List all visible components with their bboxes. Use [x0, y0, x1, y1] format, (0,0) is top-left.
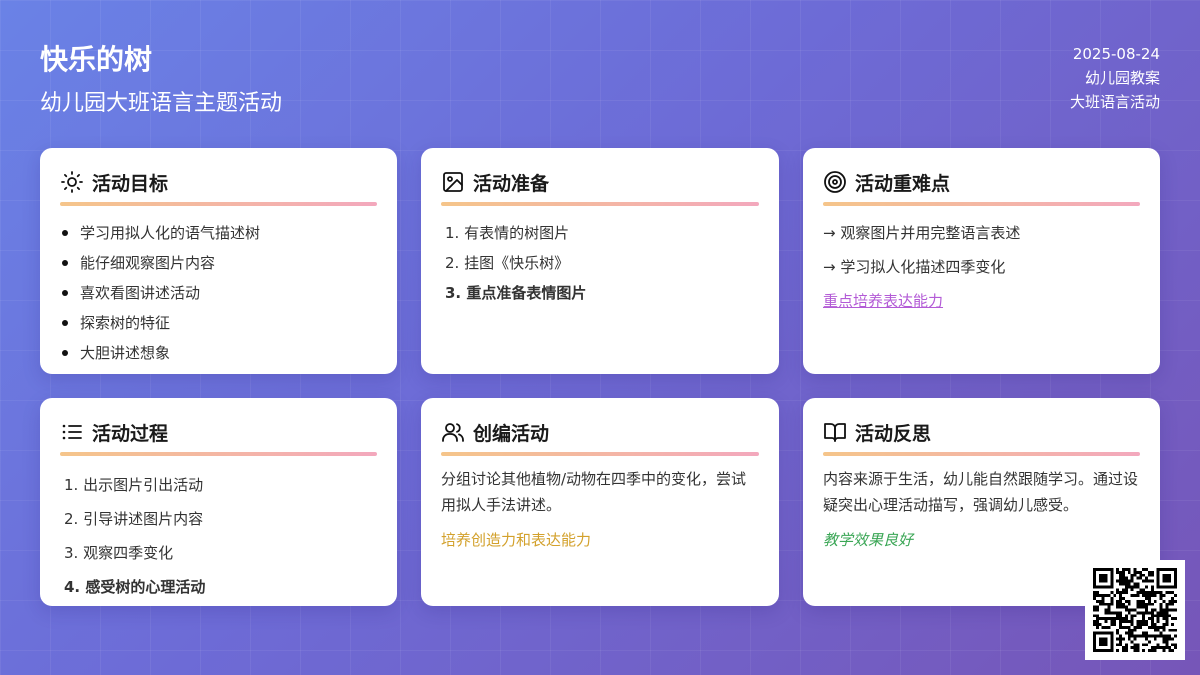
- card-create: 创编活动 分组讨论其他植物/动物在四季中的变化，尝试用拟人手法讲述。 培养创造力…: [421, 398, 779, 606]
- card-title: 活动重难点: [855, 172, 951, 195]
- card-focus: 活动重难点 → 观察图片并用完整语言表述 → 学习拟人化描述四季变化 重点培养表…: [803, 148, 1160, 374]
- title-underline: [823, 202, 1140, 206]
- card-process: 活动过程 1. 出示图片引出活动 2. 引导讲述图片内容 3. 观察四季变化 4…: [40, 398, 397, 606]
- meta-info: 2025-08-24 幼儿园教案 大班语言活动: [1070, 42, 1160, 114]
- page-title: 快乐的树: [40, 43, 153, 76]
- create-note: 培养创造力和表达能力: [441, 531, 592, 549]
- title-underline: [441, 202, 759, 206]
- list-item-highlight: 3. 重点准备表情图片: [445, 284, 587, 302]
- list-item-highlight: 4. 感受树的心理活动: [64, 578, 206, 596]
- focus-list: → 观察图片并用完整语言表述 → 学习拟人化描述四季变化: [823, 216, 1140, 284]
- title-underline: [60, 452, 377, 456]
- title-underline: [60, 202, 377, 206]
- create-description: 分组讨论其他植物/动物在四季中的变化，尝试用拟人手法讲述。: [441, 470, 747, 514]
- list-item: → 观察图片并用完整语言表述: [823, 224, 1021, 242]
- target-icon: [824, 171, 846, 193]
- date-label: 2025-08-24: [1072, 45, 1160, 63]
- type-label: 大班语言活动: [1069, 93, 1160, 111]
- list-item: 喜欢看图讲述活动: [60, 278, 377, 308]
- qr-code-icon: [1093, 568, 1177, 652]
- list-item: 能仔细观察图片内容: [60, 248, 377, 278]
- page-header: 快乐的树 幼儿园大班语言主题活动: [40, 40, 282, 126]
- card-title: 活动准备: [473, 172, 550, 195]
- reflect-note: 教学效果良好: [823, 531, 914, 549]
- title-underline: [823, 452, 1140, 456]
- goals-list: 学习用拟人化的语气描述树 能仔细观察图片内容 喜欢看图讲述活动 探索树的特征 大…: [60, 218, 377, 368]
- title-underline: [441, 452, 759, 456]
- list-item: 1. 出示图片引出活动: [64, 476, 204, 494]
- reflect-description: 内容来源于生活，幼儿能自然跟随学习。通过设疑突出心理活动描写，强调幼儿感受。: [823, 470, 1139, 514]
- qr-code[interactable]: [1085, 560, 1185, 660]
- list-item: 2. 引导讲述图片内容: [64, 510, 204, 528]
- prep-list: 1. 有表情的树图片 2. 挂图《快乐树》 3. 重点准备表情图片: [441, 218, 759, 308]
- list-item: 学习用拟人化的语气描述树: [60, 218, 377, 248]
- card-title: 活动反思: [855, 422, 932, 445]
- list-item: 3. 观察四季变化: [64, 544, 174, 562]
- card-prep: 活动准备 1. 有表情的树图片 2. 挂图《快乐树》 3. 重点准备表情图片: [421, 148, 779, 374]
- list-item: 2. 挂图《快乐树》: [445, 254, 570, 272]
- card-title: 创编活动: [473, 422, 550, 445]
- list-item: 大胆讲述想象: [60, 338, 377, 368]
- image-icon: [443, 172, 463, 192]
- card-goals: 活动目标 学习用拟人化的语气描述树 能仔细观察图片内容 喜欢看图讲述活动 探索树…: [40, 148, 397, 374]
- category-label: 幼儿园教案: [1084, 69, 1160, 87]
- list-item: → 学习拟人化描述四季变化: [823, 258, 1006, 276]
- process-list: 1. 出示图片引出活动 2. 引导讲述图片内容 3. 观察四季变化 4. 感受树…: [60, 468, 377, 604]
- page-subtitle: 幼儿园大班语言主题活动: [40, 91, 283, 116]
- list-icon: [62, 424, 82, 440]
- book-icon: [824, 423, 846, 442]
- users-icon: [442, 423, 464, 442]
- card-title: 活动目标: [92, 172, 169, 195]
- list-item: 探索树的特征: [60, 308, 377, 338]
- list-item: 1. 有表情的树图片: [445, 224, 570, 242]
- card-title: 活动过程: [92, 422, 169, 445]
- focus-link[interactable]: 重点培养表达能力: [823, 284, 1140, 318]
- sun-icon: [61, 171, 83, 193]
